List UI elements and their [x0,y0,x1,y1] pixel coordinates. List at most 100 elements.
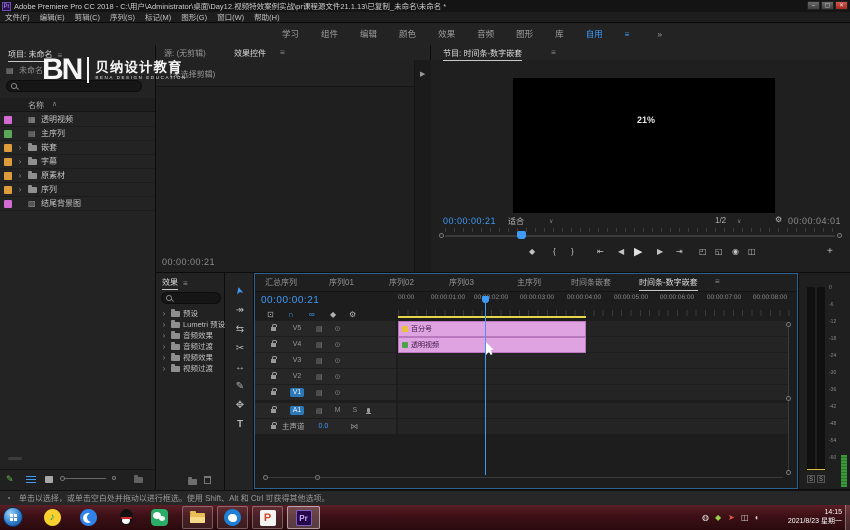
project-root-name[interactable]: 未命名 [19,65,43,76]
menu-file[interactable]: 文件(F) [5,12,30,23]
track-lane-v2[interactable] [398,369,788,384]
lock-icon[interactable] [271,409,276,413]
effects-folder-presets[interactable]: › 预设 [156,308,224,319]
pan-bind-icon[interactable]: ⋈ [350,422,358,431]
taskbar-clock[interactable]: 14:15 2021/8/23 星期一 [788,508,842,526]
icon-view-icon[interactable] [45,476,53,483]
project-list-header[interactable]: 名称 [28,100,44,111]
expand-chevron-icon[interactable]: › [160,331,168,340]
show-desktop-button[interactable] [845,505,850,530]
zoom-in-handle[interactable] [112,476,116,480]
project-item-transparent-video[interactable]: ▦ 透明视频 [0,113,155,127]
timeline-playhead-handle[interactable] [482,296,489,303]
new-bin-icon[interactable] [134,477,143,483]
zoom-slider-handle[interactable] [60,476,65,481]
source-patch-icon[interactable]: ▤ [316,389,323,397]
panel-menu-icon[interactable]: ≡ [551,48,556,57]
add-marker-icon[interactable]: ◆ [330,310,336,319]
effects-folder-video-transitions[interactable]: › 视频过渡 [156,363,224,374]
timeline-tab-sequence02[interactable]: 序列02 [389,277,414,288]
taskbar-netdisk-button[interactable] [217,506,248,529]
extract-button[interactable]: ◱ [715,247,723,256]
lock-icon[interactable] [271,359,276,363]
project-item-end-background[interactable]: ▨ 结尾背景图 [0,197,155,211]
timeline-playhead-line[interactable] [485,303,486,475]
source-patch-icon[interactable]: ▤ [316,373,323,381]
menu-window[interactable]: 窗口(W) [217,12,244,23]
title-bar[interactable]: Pr Adobe Premiere Pro CC 2018 - C:\用户\Ad… [0,0,850,12]
project-item-subtitles-bin[interactable]: › 字幕 [0,155,155,169]
expand-chevron-icon[interactable]: › [16,185,24,194]
program-video-frame[interactable]: 21% [513,78,775,213]
timeline-tab-summary-sequence[interactable]: 汇总序列 [265,277,297,288]
comparison-view-button[interactable]: ◫ [748,247,756,256]
mark-in-button[interactable]: { [553,247,556,256]
track-select-forward-tool-button[interactable]: ↠ [225,305,255,316]
nest-insert-toggle-icon[interactable]: ⊡ [267,310,274,319]
workspace-tab-custom-active[interactable]: 自用 [586,28,603,40]
tray-volume-icon[interactable]: ◖ [754,513,759,522]
selection-tool-button[interactable]: ➤ [231,275,249,307]
type-tool-button[interactable]: T [225,419,255,430]
project-writable-icon[interactable]: ✎ [6,474,14,485]
horizontal-scrollbar-track[interactable] [263,477,783,478]
taskbar-explorer-button[interactable] [182,506,213,529]
horizontal-scrollbar[interactable] [8,457,22,460]
workspace-tab-effects[interactable]: 效果 [438,28,455,40]
ripple-edit-tool-button[interactable]: ⇆ [225,324,255,335]
program-current-timecode[interactable]: 00:00:00:21 [443,216,496,226]
project-search-input[interactable] [6,80,142,92]
lift-button[interactable]: ◰ [699,247,707,256]
list-view-icon[interactable] [26,476,36,483]
effects-folder-audio-effects[interactable]: › 音频效果 [156,330,224,341]
label-color-swatch[interactable] [4,172,12,180]
expand-chevron-icon[interactable]: › [16,143,24,152]
source-patch-icon[interactable]: ▤ [316,325,323,333]
effects-folder-audio-transitions[interactable]: › 音频过渡 [156,341,224,352]
label-color-swatch[interactable] [4,158,12,166]
track-header-v5[interactable]: V5 ▤ ⊙ [255,321,396,336]
sort-ascending-icon[interactable]: ∧ [52,100,57,108]
track-header-v2[interactable]: V2 ▤ ⊙ [255,369,396,384]
workspace-overflow-icon[interactable]: » [657,29,662,39]
tray-input-method-icon[interactable]: ➤ [728,513,735,522]
expand-chevron-icon[interactable]: › [160,320,168,329]
track-lane-a1[interactable] [398,403,788,418]
project-item-sequence-bin[interactable]: › 序列 [0,183,155,197]
track-output-eye-icon[interactable]: ⊙ [335,325,341,333]
panel-menu-icon[interactable]: ≡ [183,279,188,288]
workspace-tab-audio[interactable]: 音频 [477,28,494,40]
workspace-tab-graphics[interactable]: 图形 [516,28,533,40]
track-output-eye-icon[interactable]: ⊙ [335,373,341,381]
close-button[interactable]: ✕ [835,1,848,10]
source-patch-icon[interactable]: ▤ [316,341,323,349]
clip-transparent-video[interactable]: 透明视频 [398,337,586,353]
lock-icon[interactable] [271,343,276,347]
timeline-settings-wrench-icon[interactable]: ⚙ [349,310,356,319]
menu-clip[interactable]: 剪辑(C) [75,12,100,23]
workspace-tab-color[interactable]: 颜色 [399,28,416,40]
lock-icon[interactable] [271,391,276,395]
add-marker-button[interactable]: ◆ [529,247,535,256]
track-lane-v1[interactable] [398,385,788,400]
scrubber-left-handle[interactable] [439,233,444,238]
delete-custom-item-icon[interactable] [204,476,211,484]
project-item-nest-bin[interactable]: › 嵌套 [0,141,155,155]
workspace-tab-assembly[interactable]: 组件 [321,28,338,40]
timeline-tab-timebar-digit-nest-active[interactable]: 时间条-数字嵌套 [639,277,698,291]
effects-folder-lumetri[interactable]: › Lumetri 预设 [156,319,224,330]
label-color-swatch[interactable] [4,130,12,138]
track-lane-v3[interactable] [398,353,788,368]
label-color-swatch[interactable] [4,186,12,194]
project-panel-tab[interactable]: 项目: 未命名 [8,49,52,62]
solo-right-button[interactable]: S [817,475,825,483]
effects-search-input[interactable] [161,292,221,304]
start-button[interactable] [3,507,23,527]
source-patch-icon[interactable]: ▤ [316,407,323,415]
add-controls-button[interactable]: + [827,246,833,257]
voiceover-record-mic-icon[interactable] [367,408,370,413]
project-item-source-bin[interactable]: › 原素材 [0,169,155,183]
taskbar-powerpoint-button[interactable]: P [252,506,283,529]
workspace-tab-learning[interactable]: 学习 [282,28,299,40]
step-back-button[interactable]: ◀ [618,247,624,256]
